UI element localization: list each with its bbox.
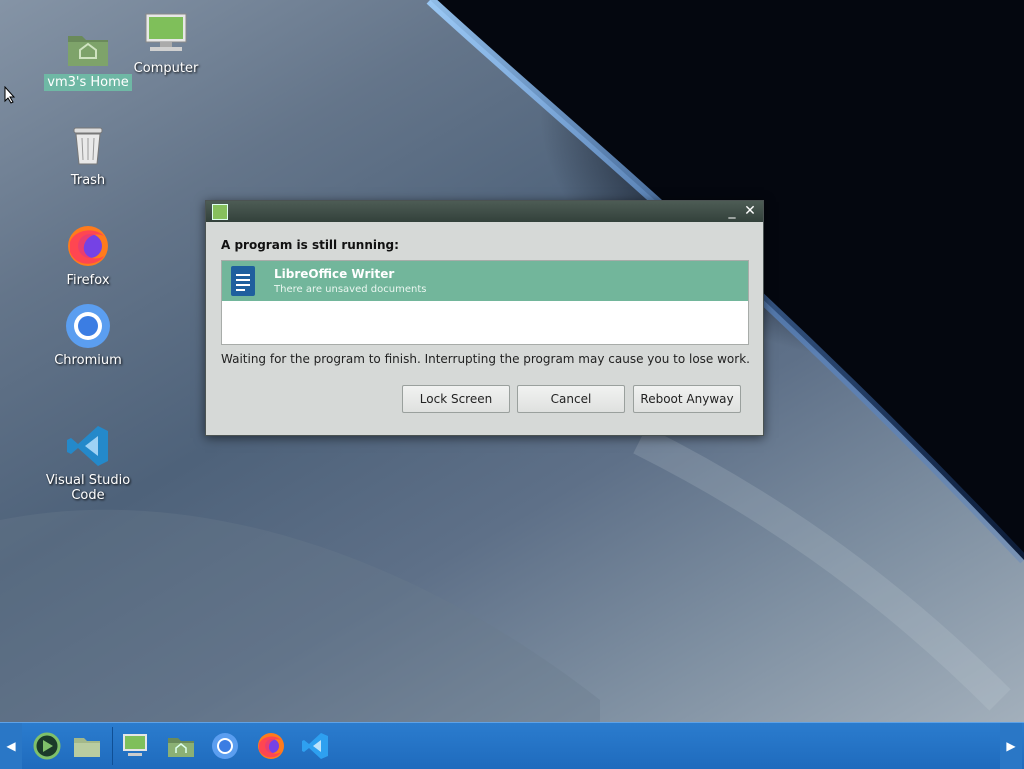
start-menu-icon[interactable] bbox=[30, 729, 64, 763]
desktop-icon-label: Firefox bbox=[66, 273, 110, 288]
computer-icon[interactable] bbox=[118, 729, 152, 763]
desktop-icon-label: Trash bbox=[70, 173, 106, 188]
desktop-icon-label: Visual Studio Code bbox=[45, 473, 131, 503]
mouse-cursor-icon bbox=[4, 86, 16, 104]
program-name: LibreOffice Writer bbox=[274, 267, 395, 281]
cancel-button[interactable]: Cancel bbox=[517, 385, 625, 413]
running-programs-list[interactable]: LibreOffice Writer There are unsaved doc… bbox=[221, 260, 749, 345]
desktop-icon-label: Chromium bbox=[54, 353, 122, 368]
minimize-button[interactable]: _ bbox=[723, 202, 741, 220]
session-icon bbox=[212, 204, 228, 220]
vscode-icon[interactable] bbox=[298, 729, 332, 763]
vscode-icon bbox=[64, 422, 112, 470]
lock-screen-button[interactable]: Lock Screen bbox=[402, 385, 510, 413]
logout-inhibit-dialog: _ ✕ A program is still running: LibreOff… bbox=[205, 200, 764, 436]
computer-icon bbox=[142, 10, 190, 58]
dialog-titlebar[interactable]: _ ✕ bbox=[206, 201, 763, 222]
desktop-icon-firefox[interactable]: Firefox bbox=[28, 222, 148, 289]
firefox-icon bbox=[64, 222, 112, 270]
desktop-icon-computer[interactable]: Computer bbox=[106, 10, 226, 77]
desktop-icon-vscode[interactable]: Visual Studio Code bbox=[28, 422, 148, 504]
desktop-icon-trash[interactable]: Trash bbox=[28, 122, 148, 189]
program-status: There are unsaved documents bbox=[274, 284, 427, 295]
trash-icon bbox=[64, 122, 112, 170]
reboot-anyway-button[interactable]: Reboot Anyway bbox=[633, 385, 741, 413]
home-folder-icon[interactable] bbox=[164, 729, 198, 763]
file-manager-icon[interactable] bbox=[70, 729, 104, 763]
taskbar-scroll-right-button[interactable]: ▶ bbox=[1000, 723, 1022, 769]
list-item[interactable]: LibreOffice Writer There are unsaved doc… bbox=[222, 261, 748, 301]
taskbar-scroll-left-button[interactable]: ◀ bbox=[0, 723, 22, 769]
chromium-icon bbox=[64, 302, 112, 350]
close-button[interactable]: ✕ bbox=[741, 202, 759, 220]
home-folder-icon bbox=[64, 24, 112, 72]
desktop-icon-label: Computer bbox=[133, 61, 199, 76]
taskbar: ◀ ▶ bbox=[0, 722, 1024, 769]
desktop-icon-chromium[interactable]: Chromium bbox=[28, 302, 148, 369]
dialog-heading: A program is still running: bbox=[221, 238, 399, 252]
dialog-message: Waiting for the program to finish. Inter… bbox=[221, 352, 750, 366]
chromium-icon[interactable] bbox=[208, 729, 242, 763]
firefox-icon[interactable] bbox=[254, 729, 288, 763]
libreoffice-writer-icon bbox=[231, 266, 255, 296]
